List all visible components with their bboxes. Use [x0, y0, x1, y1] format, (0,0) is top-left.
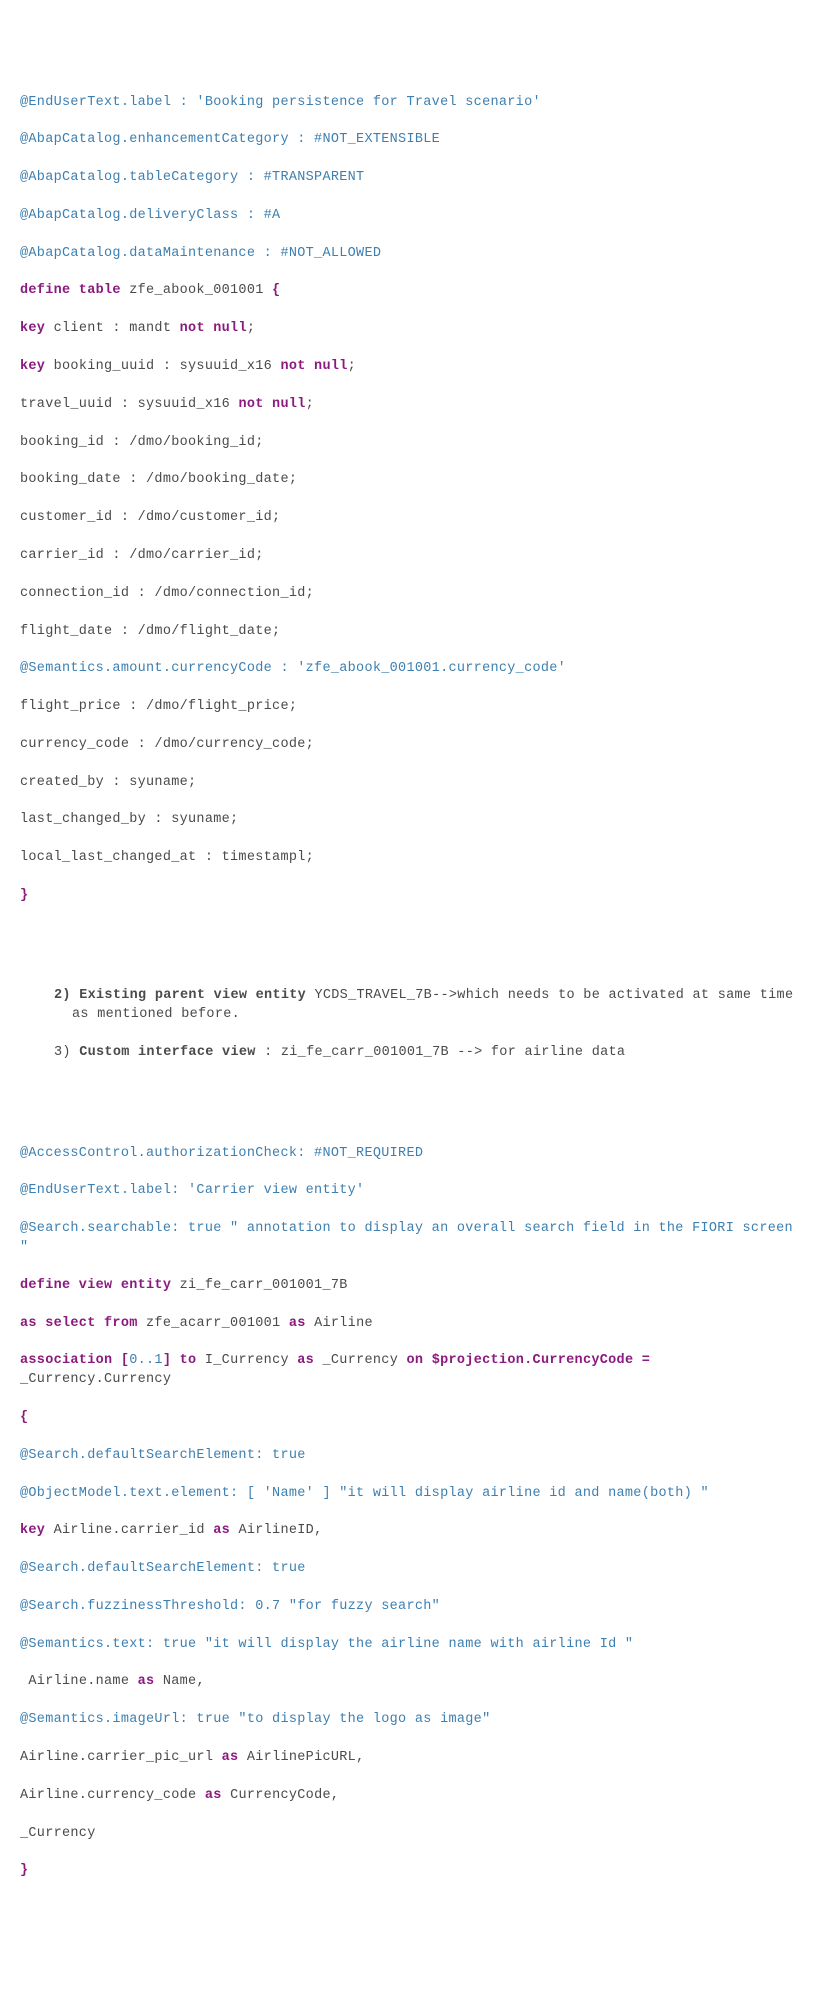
keyword-as: as	[213, 1523, 238, 1538]
expr-rhs: _Currency.Currency	[20, 1372, 171, 1387]
brace-open: {	[20, 1409, 796, 1428]
code-line: booking_date : /dmo/booking_date;	[20, 471, 796, 490]
bracket: ]	[163, 1353, 180, 1368]
code-line: @Semantics.text: true "it will display t…	[20, 1636, 796, 1655]
brace-close: }	[20, 887, 796, 906]
code-line: Airline.currency_code as CurrencyCode,	[20, 1787, 796, 1806]
code-line: key booking_uuid : sysuuid_x16 not null;	[20, 358, 796, 377]
code-line: key client : mandt not null;	[20, 320, 796, 339]
list-heading: Custom interface view	[79, 1045, 264, 1060]
code-line: @AccessControl.authorizationCheck: #NOT_…	[20, 1145, 796, 1164]
code-line: @AbapCatalog.enhancementCategory : #NOT_…	[20, 131, 796, 150]
list-item: 3) Custom interface view : zi_fe_carr_00…	[54, 1044, 796, 1063]
code-line: @Search.defaultSearchElement: true	[20, 1447, 796, 1466]
code-line: @ObjectModel.text.element: [ 'Name' ] "i…	[20, 1485, 796, 1504]
code-line: connection_id : /dmo/connection_id;	[20, 585, 796, 604]
alias: CurrencyCode,	[230, 1788, 339, 1803]
code-line: flight_price : /dmo/flight_price;	[20, 698, 796, 717]
keyword-as: as	[289, 1316, 314, 1331]
code-line: @Semantics.imageUrl: true "to display th…	[20, 1711, 796, 1730]
code-line: @AbapCatalog.deliveryClass : #A	[20, 207, 796, 226]
list-marker: 3)	[54, 1045, 79, 1060]
brace-open: {	[272, 283, 280, 298]
code-line: Airline.carrier_pic_url as AirlinePicURL…	[20, 1749, 796, 1768]
semicolon: ;	[247, 321, 255, 336]
code-line: @EndUserText.label: 'Carrier view entity…	[20, 1182, 796, 1201]
keyword-define-table: define table	[20, 283, 129, 298]
table-name: zfe_abook_001001	[129, 283, 272, 298]
semicolon: ;	[348, 359, 356, 374]
keyword-as-select-from: as select from	[20, 1316, 146, 1331]
alias: Name,	[163, 1674, 205, 1689]
keyword-to: to	[180, 1353, 205, 1368]
keyword-notnull: not null	[238, 397, 305, 412]
code-line: Airline.name as Name,	[20, 1673, 796, 1692]
brace-close: }	[20, 1862, 796, 1881]
keyword-as: as	[297, 1353, 322, 1368]
keyword-association: association [	[20, 1353, 129, 1368]
code-line: created_by : syuname;	[20, 774, 796, 793]
semicolon: ;	[306, 397, 314, 412]
code-line: key Airline.carrier_id as AirlineID,	[20, 1522, 796, 1541]
code-line: _Currency	[20, 1825, 796, 1844]
keyword-as: as	[205, 1788, 230, 1803]
code-line: @EndUserText.label : 'Booking persistenc…	[20, 94, 796, 113]
code-line: flight_date : /dmo/flight_date;	[20, 623, 796, 642]
blank-line	[20, 1107, 796, 1126]
list-heading: Existing parent view entity	[79, 988, 314, 1003]
source-table: zfe_acarr_001001	[146, 1316, 289, 1331]
keyword-as: as	[138, 1674, 163, 1689]
keyword-notnull: not null	[180, 321, 247, 336]
code-line: @Search.searchable: true " annotation to…	[20, 1220, 796, 1258]
code-line: @Semantics.amount.currencyCode : 'zfe_ab…	[20, 660, 796, 679]
keyword-as: as	[222, 1750, 247, 1765]
field: Airline.name	[20, 1674, 138, 1689]
code-line: travel_uuid : sysuuid_x16 not null;	[20, 396, 796, 415]
alias: _Currency	[323, 1353, 407, 1368]
expr: .CurrencyCode =	[524, 1353, 658, 1368]
field: client : mandt	[54, 321, 180, 336]
code-line: customer_id : /dmo/customer_id;	[20, 509, 796, 528]
code-line: define view entity zi_fe_carr_001001_7B	[20, 1277, 796, 1296]
code-line: local_last_changed_at : timestampl;	[20, 849, 796, 868]
code-line: as select from zfe_acarr_001001 as Airli…	[20, 1315, 796, 1334]
list-marker: 2)	[54, 988, 79, 1003]
field: Airline.currency_code	[20, 1788, 205, 1803]
field: Airline.carrier_id	[54, 1523, 214, 1538]
alias: AirlineID,	[238, 1523, 322, 1538]
field: booking_uuid : sysuuid_x16	[54, 359, 281, 374]
target: I_Currency	[205, 1353, 297, 1368]
list-item: 2) Existing parent view entity YCDS_TRAV…	[54, 987, 796, 1025]
keyword-on-projection: on $projection	[407, 1353, 525, 1368]
alias: Airline	[314, 1316, 373, 1331]
code-line: @AbapCatalog.tableCategory : #TRANSPAREN…	[20, 169, 796, 188]
ordered-list: 2) Existing parent view entity YCDS_TRAV…	[20, 969, 796, 1082]
code-line: @Search.fuzzinessThreshold: 0.7 "for fuz…	[20, 1598, 796, 1617]
code-line: association [0..1] to I_Currency as _Cur…	[20, 1352, 796, 1390]
code-line: carrier_id : /dmo/carrier_id;	[20, 547, 796, 566]
alias: AirlinePicURL,	[247, 1750, 365, 1765]
cardinality: 0..1	[129, 1353, 163, 1368]
keyword-define-view-entity: define view entity	[20, 1278, 180, 1293]
code-line: currency_code : /dmo/currency_code;	[20, 736, 796, 755]
code-line: last_changed_by : syuname;	[20, 811, 796, 830]
code-line: booking_id : /dmo/booking_id;	[20, 434, 796, 453]
code-line: @AbapCatalog.dataMaintenance : #NOT_ALLO…	[20, 245, 796, 264]
code-line: @Search.defaultSearchElement: true	[20, 1560, 796, 1579]
keyword-key: key	[20, 1523, 54, 1538]
view-name: zi_fe_carr_001001_7B	[180, 1278, 348, 1293]
keyword-key: key	[20, 359, 54, 374]
field: Airline.carrier_pic_url	[20, 1750, 222, 1765]
field: travel_uuid : sysuuid_x16	[20, 397, 238, 412]
blank-line	[20, 925, 796, 944]
code-line: define table zfe_abook_001001 {	[20, 282, 796, 301]
keyword-notnull: not null	[280, 359, 347, 374]
list-text: : zi_fe_carr_001001_7B --> for airline d…	[264, 1045, 625, 1060]
keyword-key: key	[20, 321, 54, 336]
